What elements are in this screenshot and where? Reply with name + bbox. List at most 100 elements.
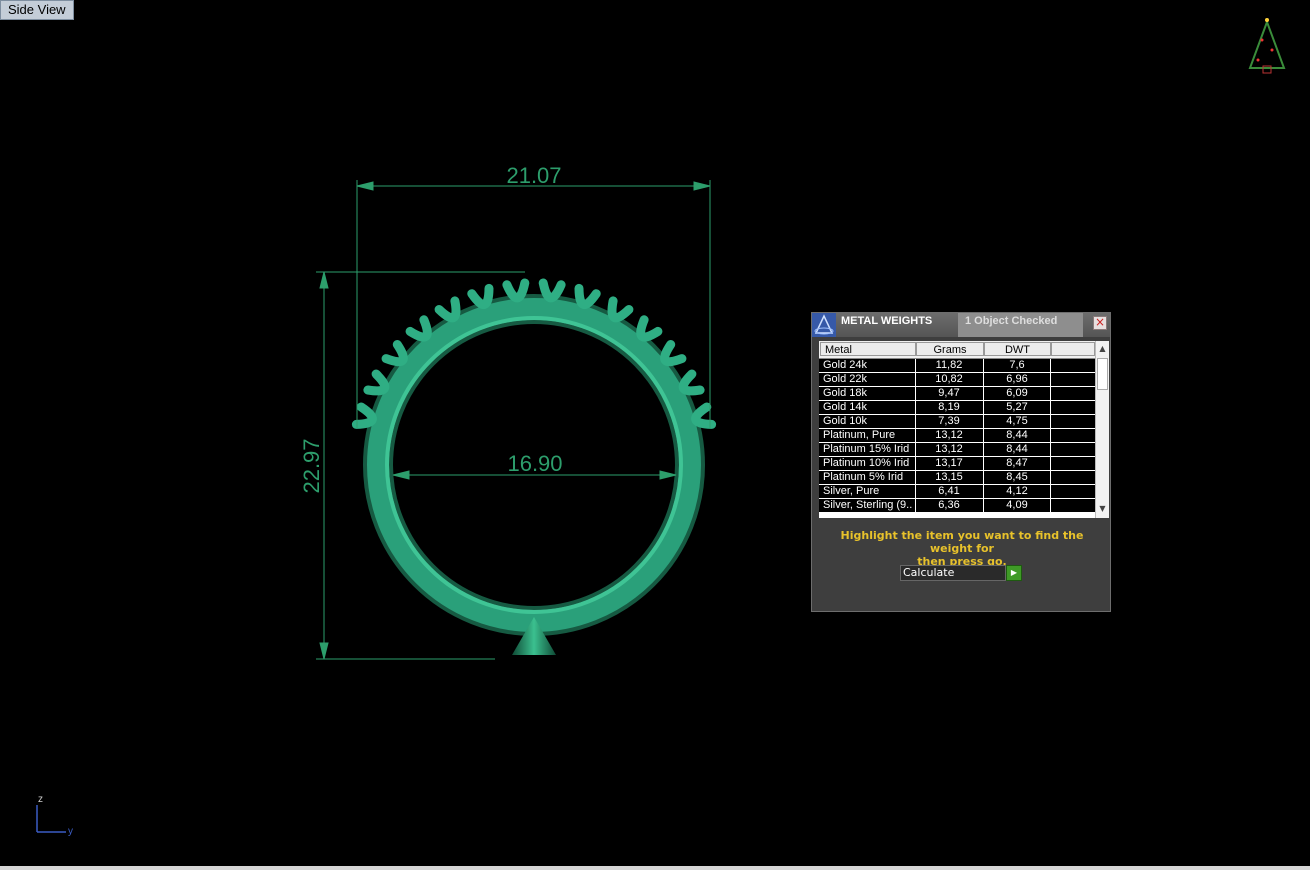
cell-divider xyxy=(1050,415,1051,429)
dimension-width-label: 21.07 xyxy=(506,163,561,188)
instructions-line-1: Highlight the item you want to find the … xyxy=(840,529,1084,555)
cell-divider xyxy=(915,457,916,471)
dwt-cell: 4,75 xyxy=(1006,415,1028,427)
column-header-metal[interactable]: Metal xyxy=(820,342,916,356)
grams-cell: 13,15 xyxy=(935,471,963,483)
metal-cell: Platinum 15% Irid xyxy=(823,443,910,455)
cell-divider xyxy=(1050,471,1051,485)
table-row[interactable]: Platinum 5% Irid 13,15 8,45 xyxy=(819,471,1095,485)
grams-cell: 8,19 xyxy=(938,401,960,413)
cell-divider xyxy=(1050,387,1051,401)
cell-divider xyxy=(983,373,984,387)
table-row[interactable]: Gold 18k 9,47 6,09 xyxy=(819,387,1095,401)
table-row[interactable]: Platinum 15% Irid 13,12 8,44 xyxy=(819,443,1095,457)
cell-divider xyxy=(983,443,984,457)
grams-cell: 6,36 xyxy=(938,499,960,511)
cell-divider xyxy=(983,485,984,499)
metal-cell: Platinum 10% Irid xyxy=(823,457,910,469)
table-row[interactable]: Gold 24k 11,82 7,6 xyxy=(819,359,1095,373)
cell-divider xyxy=(983,387,984,401)
cell-divider xyxy=(915,443,916,457)
cell-divider xyxy=(915,359,916,373)
column-header-grams[interactable]: Grams xyxy=(916,342,984,356)
metal-cell: Gold 14k xyxy=(823,401,868,413)
cell-divider xyxy=(915,429,916,443)
scroll-thumb[interactable] xyxy=(1097,358,1108,390)
cell-divider xyxy=(915,499,916,513)
cell-divider xyxy=(1050,457,1051,471)
table-body: Gold 24k 11,82 7,6 Gold 22k 10,82 6,96 Gold 18… xyxy=(819,359,1095,513)
grams-cell: 13,12 xyxy=(935,429,963,441)
dwt-cell: 8,44 xyxy=(1006,443,1028,455)
dwt-cell: 8,44 xyxy=(1006,429,1028,441)
status-bar xyxy=(0,866,1310,870)
cell-divider xyxy=(1050,443,1051,457)
dimension-height-label: 22.97 xyxy=(299,438,324,493)
metal-cell: Silver, Sterling (9... xyxy=(823,499,913,511)
cell-divider xyxy=(983,415,984,429)
metal-cell: Platinum 5% Irid xyxy=(823,471,904,483)
grams-cell: 13,17 xyxy=(935,457,963,469)
cell-divider xyxy=(915,485,916,499)
app-logo-icon xyxy=(812,313,836,337)
cell-divider xyxy=(1050,373,1051,387)
play-arrow-icon: ▶ xyxy=(1010,568,1018,577)
dwt-cell: 8,47 xyxy=(1006,457,1028,469)
cell-divider xyxy=(915,387,916,401)
dwt-cell: 6,96 xyxy=(1006,373,1028,385)
column-header-empty xyxy=(1051,342,1095,356)
metal-weights-panel: METAL WEIGHTS 1 Object Checked × Metal G… xyxy=(811,312,1111,612)
dwt-cell: 4,12 xyxy=(1006,485,1028,497)
table-row[interactable]: Gold 10k 7,39 4,75 xyxy=(819,415,1095,429)
panel-header[interactable]: METAL WEIGHTS 1 Object Checked × xyxy=(812,313,1110,337)
table-row[interactable]: Platinum, Pure 13,12 8,44 xyxy=(819,429,1095,443)
metal-cell: Gold 24k xyxy=(823,359,868,371)
3d-viewport[interactable]: 21.07 22.97 16.90 z y xyxy=(0,0,1310,866)
panel-title: METAL WEIGHTS xyxy=(841,315,933,327)
column-header-dwt[interactable]: DWT xyxy=(984,342,1051,356)
cell-divider xyxy=(1050,359,1051,373)
scroll-up-icon[interactable]: ▲ xyxy=(1097,343,1108,355)
table-row[interactable]: Gold 22k 10,82 6,96 xyxy=(819,373,1095,387)
metal-cell: Gold 18k xyxy=(823,387,868,399)
z-axis-label: z xyxy=(38,794,43,805)
cell-divider xyxy=(983,471,984,485)
metal-cell: Silver, Pure xyxy=(823,485,880,497)
metal-cell: Gold 22k xyxy=(823,373,868,385)
table-row[interactable]: Silver, Pure 6,41 4,12 xyxy=(819,485,1095,499)
cell-divider xyxy=(915,415,916,429)
table-row[interactable]: Gold 14k 8,19 5,27 xyxy=(819,401,1095,415)
metal-cell: Platinum, Pure xyxy=(823,429,896,441)
panel-status: 1 Object Checked xyxy=(958,313,1083,337)
grams-cell: 7,39 xyxy=(938,415,960,427)
cell-divider xyxy=(983,429,984,443)
close-icon[interactable]: × xyxy=(1093,316,1107,330)
cell-divider xyxy=(983,457,984,471)
grams-cell: 11,82 xyxy=(935,359,963,371)
table-row[interactable]: Silver, Sterling (9... 6,36 4,09 xyxy=(819,499,1095,513)
dwt-cell: 5,27 xyxy=(1006,401,1028,413)
instructions-text: Highlight the item you want to find the … xyxy=(818,529,1106,568)
dwt-cell: 6,09 xyxy=(1006,387,1028,399)
scroll-down-icon[interactable]: ▼ xyxy=(1097,503,1108,515)
action-select[interactable]: Calculate xyxy=(900,565,1006,581)
grams-cell: 10,82 xyxy=(935,373,963,385)
cell-divider xyxy=(1050,499,1051,513)
metal-weights-table[interactable]: Metal Grams DWT Gold 24k 11,82 7,6 Gold 22k… xyxy=(819,341,1109,518)
go-button[interactable]: ▶ xyxy=(1006,565,1022,581)
dimension-inner-diameter-label: 16.90 xyxy=(507,451,562,476)
cell-divider xyxy=(915,471,916,485)
cell-divider xyxy=(1050,485,1051,499)
table-row[interactable]: Platinum 10% Irid 13,17 8,47 xyxy=(819,457,1095,471)
grams-cell: 6,41 xyxy=(938,485,960,497)
christmas-tree-icon xyxy=(1248,18,1286,74)
cell-divider xyxy=(915,401,916,415)
cell-divider xyxy=(915,373,916,387)
dwt-cell: 8,45 xyxy=(1006,471,1028,483)
cell-divider xyxy=(983,359,984,373)
table-scrollbar[interactable]: ▲ ▼ xyxy=(1095,341,1109,518)
y-axis-label: y xyxy=(68,826,73,837)
cell-divider xyxy=(983,401,984,415)
cell-divider xyxy=(1050,429,1051,443)
dwt-cell: 4,09 xyxy=(1006,499,1028,511)
